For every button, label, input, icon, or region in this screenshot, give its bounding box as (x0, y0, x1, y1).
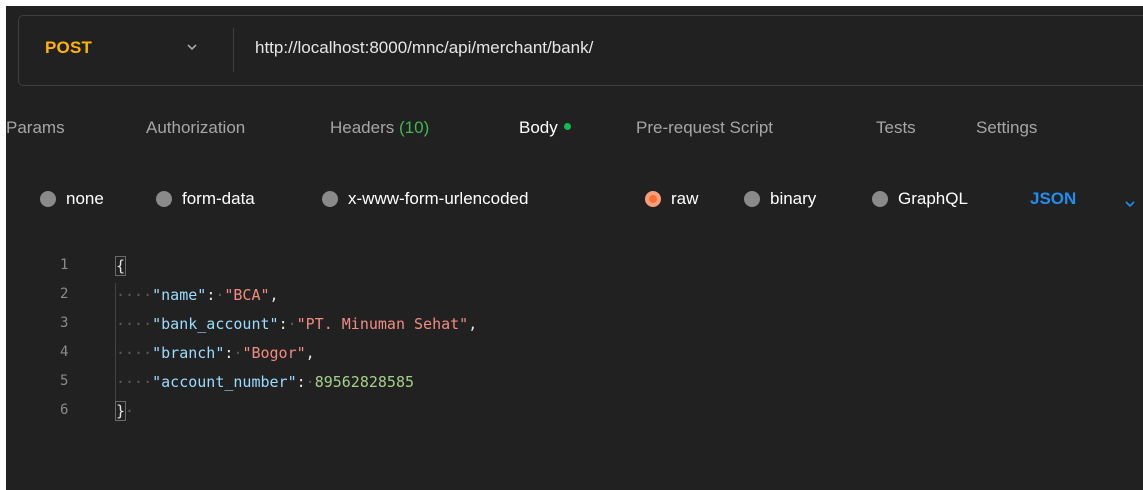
active-dot-icon (563, 123, 571, 131)
request-bar: POST http://localhost:8000/mnc/api/merch… (18, 15, 1143, 86)
tab-pre-request-script[interactable]: Pre-request Script (636, 118, 773, 138)
json-key: "account_number" (152, 373, 297, 391)
code-line: 2 ····"name":·"BCA", (60, 286, 279, 304)
tab-headers[interactable]: Headers (10) (330, 118, 429, 138)
code-line: 3 ····"bank_account":·"PT. Minuman Sehat… (60, 315, 478, 333)
tab-settings[interactable]: Settings (976, 118, 1037, 138)
json-value: "BCA" (224, 286, 270, 304)
radio-label: GraphQL (898, 189, 968, 208)
line-number: 6 (60, 402, 69, 418)
open-brace: { (114, 256, 127, 276)
line-number: 5 (60, 373, 69, 389)
radio-graphql[interactable]: GraphQL (872, 189, 968, 209)
code-line: 5 ····"account_number":·89562828585 (60, 373, 415, 391)
method-select[interactable]: POST (45, 38, 92, 58)
code-line: 6 }· (60, 401, 135, 421)
divider (233, 28, 234, 72)
chevron-down-icon[interactable] (185, 40, 199, 54)
line-number: 2 (60, 286, 69, 302)
radio-raw[interactable]: raw (645, 189, 698, 209)
headers-count-badge: (10) (399, 118, 430, 137)
json-key: "name" (152, 286, 207, 304)
radio-dot-icon (744, 191, 760, 207)
json-value: 89562828585 (314, 373, 415, 391)
line-number: 4 (60, 344, 69, 360)
radio-label: binary (770, 189, 817, 208)
tab-authorization[interactable]: Authorization (146, 118, 245, 138)
line-number: 1 (60, 257, 69, 273)
code-line: 1 { (6, 256, 1143, 283)
radio-label: form-data (182, 189, 255, 208)
code-line: 4 ····"branch":·"Bogor", (60, 344, 315, 362)
json-key: "bank_account" (152, 315, 279, 333)
radio-dot-icon (322, 191, 338, 207)
radio-form-data[interactable]: form-data (156, 189, 255, 209)
close-brace: } (114, 401, 127, 421)
request-panel: POST http://localhost:8000/mnc/api/merch… (0, 0, 1143, 490)
chevron-down-icon[interactable] (1123, 197, 1137, 211)
radio-none[interactable]: none (40, 189, 104, 209)
tab-body[interactable]: Body (519, 118, 571, 138)
radio-selected-icon (645, 191, 661, 207)
radio-dot-icon (156, 191, 172, 207)
tab-tests[interactable]: Tests (876, 118, 916, 138)
radio-label: x-www-form-urlencoded (348, 189, 529, 208)
tab-headers-label: Headers (330, 118, 395, 137)
json-value: "Bogor" (242, 344, 306, 362)
radio-label: raw (671, 189, 699, 208)
line-number: 3 (60, 315, 69, 331)
tab-params[interactable]: Params (6, 118, 65, 138)
language-select[interactable]: JSON (1030, 189, 1076, 209)
tab-body-label: Body (519, 118, 558, 137)
url-input[interactable]: http://localhost:8000/mnc/api/merchant/b… (255, 38, 593, 58)
radio-x-www-form-urlencoded[interactable]: x-www-form-urlencoded (322, 189, 528, 209)
json-key: "branch" (152, 344, 225, 362)
radio-dot-icon (40, 191, 56, 207)
radio-binary[interactable]: binary (744, 189, 816, 209)
radio-dot-icon (872, 191, 888, 207)
radio-label: none (66, 189, 104, 208)
json-value: "PT. Minuman Sehat" (296, 315, 469, 333)
